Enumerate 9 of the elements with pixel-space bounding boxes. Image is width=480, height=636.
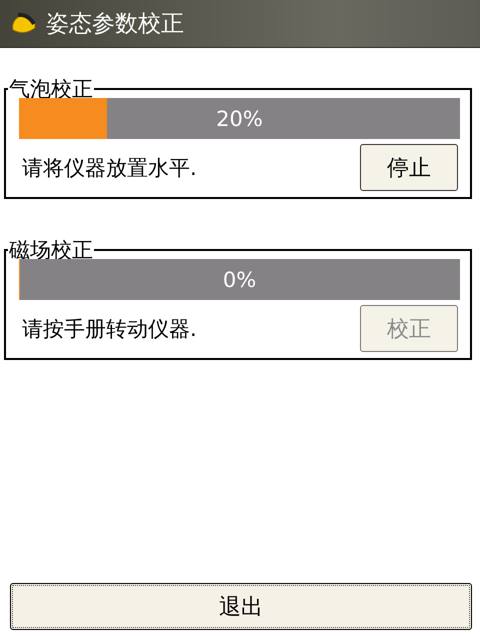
- instruction-text: 请将仪器放置水平.: [21, 154, 197, 182]
- action-button[interactable]: 停止: [360, 144, 458, 191]
- progress-reading: 0%: [222, 268, 256, 292]
- window-title: 姿态参数校正: [46, 10, 184, 39]
- instruction-text: 请按手册转动仪器.: [21, 316, 197, 342]
- exit-button[interactable]: 退出: [10, 583, 472, 630]
- group-title: 气泡校正: [8, 78, 94, 100]
- progress-reading: 20%: [216, 106, 263, 130]
- group-title: 磁场校正: [8, 239, 94, 261]
